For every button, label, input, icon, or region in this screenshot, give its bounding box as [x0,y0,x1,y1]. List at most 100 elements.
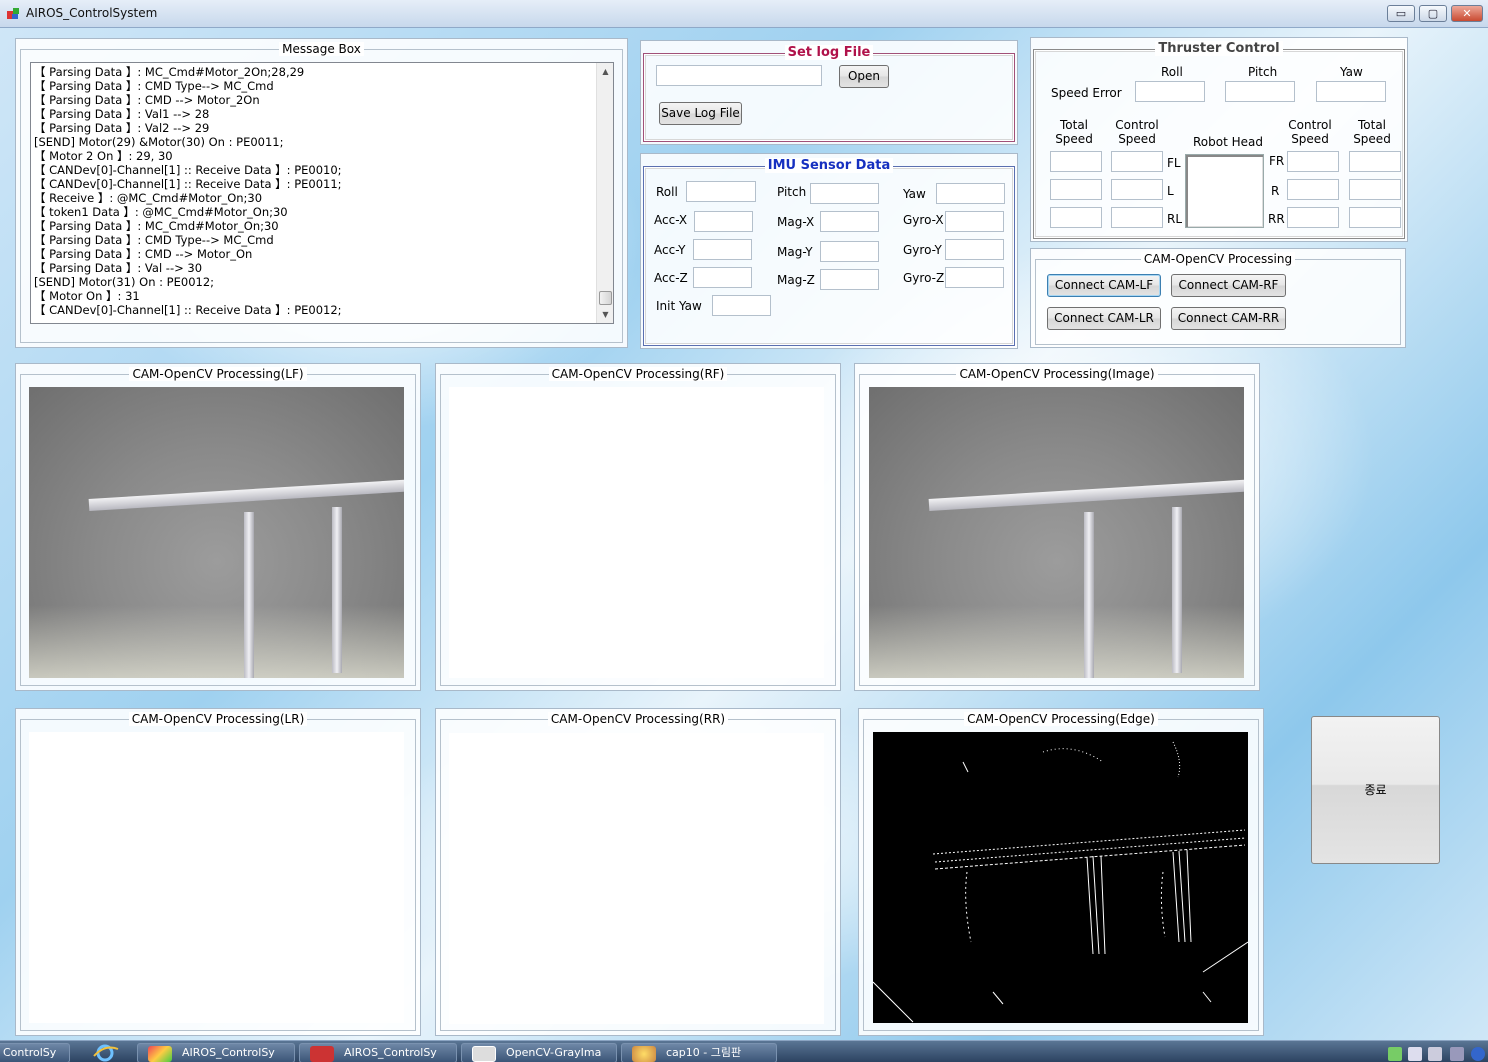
message-line: 【 token1 Data 】: @MC_Cmd#Motor_On;30 [34,205,288,219]
yaw-label: Yaw [903,187,926,201]
taskbar-item[interactable]: OpenCV-GrayIma [461,1043,617,1062]
rail-post [244,512,254,678]
open-button[interactable]: Open [839,65,889,88]
scroll-down-icon[interactable]: ▼ [597,306,613,323]
thruster-pitch-label: Pitch [1248,65,1278,79]
exit-button[interactable]: 종료 [1311,716,1440,864]
internet-explorer-icon[interactable] [88,1044,122,1062]
speed-error-roll-field[interactable] [1135,81,1205,102]
fr-control-speed-field[interactable] [1287,151,1339,172]
rl-total-speed-field[interactable] [1050,207,1102,228]
mag-y-label: Mag-Y [777,245,813,259]
robot-head-display [1185,154,1264,228]
taskbar-item[interactable]: cap10 - 그림판 [621,1043,777,1062]
message-line: 【 Motor On 】: 31 [34,289,140,303]
log-panel: Set log File [640,40,1018,145]
message-log[interactable]: 【 Parsing Data 】: MC_Cmd#Motor_2On;28,29… [30,62,614,324]
rr-total-speed-field[interactable] [1349,207,1401,228]
cam-rr-image [449,733,824,1024]
message-line: 【 Parsing Data 】: CMD Type--> MC_Cmd [34,233,274,247]
cam-lr-image [29,732,404,1023]
message-line: 【 CANDev[0]-Channel[1] :: Receive Data 】… [34,163,342,177]
l-total-speed-field[interactable] [1050,179,1102,200]
log-title: Set log File [784,45,874,60]
mag-x-field[interactable] [820,211,879,232]
save-log-button[interactable]: Save Log File [659,102,742,125]
acc-y-field[interactable] [693,239,752,260]
right-total-speed-label: Total Speed [1353,118,1391,146]
connect-cam-lf-button[interactable]: Connect CAM-LF [1047,274,1161,297]
window-title: AIROS_ControlSystem [26,6,158,20]
connect-cam-lr-button[interactable]: Connect CAM-LR [1047,307,1161,330]
tray-help-icon[interactable] [1471,1047,1485,1061]
log-path-input[interactable] [656,65,822,86]
cam-processing-title: CAM-OpenCV Processing [1140,252,1296,266]
tray-ime-icon[interactable] [1408,1047,1422,1061]
minimize-button[interactable]: ▭ [1387,5,1415,22]
cam-processing-group: CAM-OpenCV Processing [1035,252,1401,345]
acc-x-field[interactable] [694,211,753,232]
taskbar-item[interactable]: ControlSy [0,1043,70,1062]
message-lines: 【 Parsing Data 】: MC_Cmd#Motor_2On;28,29… [34,65,595,317]
thruster-title: Thruster Control [1155,41,1283,56]
fl-control-speed-field[interactable] [1111,151,1163,172]
gyro-x-label: Gyro-X [903,213,944,227]
message-line: 【 Parsing Data 】: CMD --> Motor_On [34,247,253,261]
message-scrollbar[interactable]: ▲ ▼ [596,63,613,323]
rr-control-speed-field[interactable] [1287,207,1339,228]
pitch-field[interactable] [810,183,879,204]
tray-display-icon[interactable] [1450,1047,1464,1061]
yaw-field[interactable] [936,183,1005,204]
acc-z-field[interactable] [693,267,752,288]
speed-error-pitch-field[interactable] [1225,81,1295,102]
connect-cam-rf-button[interactable]: Connect CAM-RF [1171,274,1286,297]
init-yaw-label: Init Yaw [656,299,702,313]
taskbar-item[interactable]: AIROS_ControlSy [137,1043,295,1062]
taskbar-item[interactable]: AIROS_ControlSy [299,1043,457,1062]
view-image-title: CAM-OpenCV Processing(Image) [956,367,1158,381]
fr-total-speed-field[interactable] [1349,151,1401,172]
thruster-roll-label: Roll [1161,65,1183,79]
message-line: 【 Motor 2 On 】: 29, 30 [34,149,173,163]
thruster-yaw-label: Yaw [1340,65,1363,79]
message-line: 【 Parsing Data 】: CMD --> Motor_2On [34,93,260,107]
right-control-speed-label: Control Speed [1288,118,1332,146]
r-total-speed-field[interactable] [1349,179,1401,200]
view-lf-title: CAM-OpenCV Processing(LF) [129,367,307,381]
gyro-x-field[interactable] [945,211,1004,232]
init-yaw-field[interactable] [712,295,771,316]
speed-error-yaw-field[interactable] [1316,81,1386,102]
view-edge-title: CAM-OpenCV Processing(Edge) [964,712,1158,726]
app-icon [7,8,19,19]
gyro-z-field[interactable] [945,267,1004,288]
speed-error-label: Speed Error [1051,86,1122,100]
window-icon [472,1046,496,1062]
scroll-up-icon[interactable]: ▲ [597,63,613,80]
fl-total-speed-field[interactable] [1050,151,1102,172]
rl-control-speed-field[interactable] [1111,207,1163,228]
tray-keyboard-icon[interactable] [1428,1047,1442,1061]
message-line: 【 Parsing Data 】: Val2 --> 29 [34,121,210,135]
tray-network-icon[interactable] [1388,1047,1402,1061]
view-rr-title: CAM-OpenCV Processing(RR) [547,712,729,726]
gyro-y-field[interactable] [945,239,1004,260]
mag-z-field[interactable] [820,269,879,290]
app-icon [310,1046,334,1062]
title-bar: AIROS_ControlSystem ▭ ▢ ✕ [0,0,1488,28]
left-control-speed-label: Control Speed [1115,118,1159,146]
scroll-thumb[interactable] [599,291,612,305]
roll-field[interactable] [686,181,756,202]
imu-title: IMU Sensor Data [764,158,894,173]
cam-processing-panel: CAM-OpenCV Processing [1030,248,1406,348]
l-control-speed-field[interactable] [1111,179,1163,200]
message-line: 【 Parsing Data 】: Val1 --> 28 [34,107,210,121]
maximize-button[interactable]: ▢ [1419,5,1447,22]
r-control-speed-field[interactable] [1287,179,1339,200]
rail-post [1172,507,1182,673]
connect-cam-rr-button[interactable]: Connect CAM-RR [1171,307,1286,330]
taskbar: ControlSy AIROS_ControlSy AIROS_ControlS… [0,1040,1488,1062]
left-total-speed-label: Total Speed [1055,118,1093,146]
message-line: [SEND] Motor(29) &Motor(30) On : PE0011; [34,135,284,149]
close-button[interactable]: ✕ [1451,5,1483,22]
mag-y-field[interactable] [820,241,879,262]
